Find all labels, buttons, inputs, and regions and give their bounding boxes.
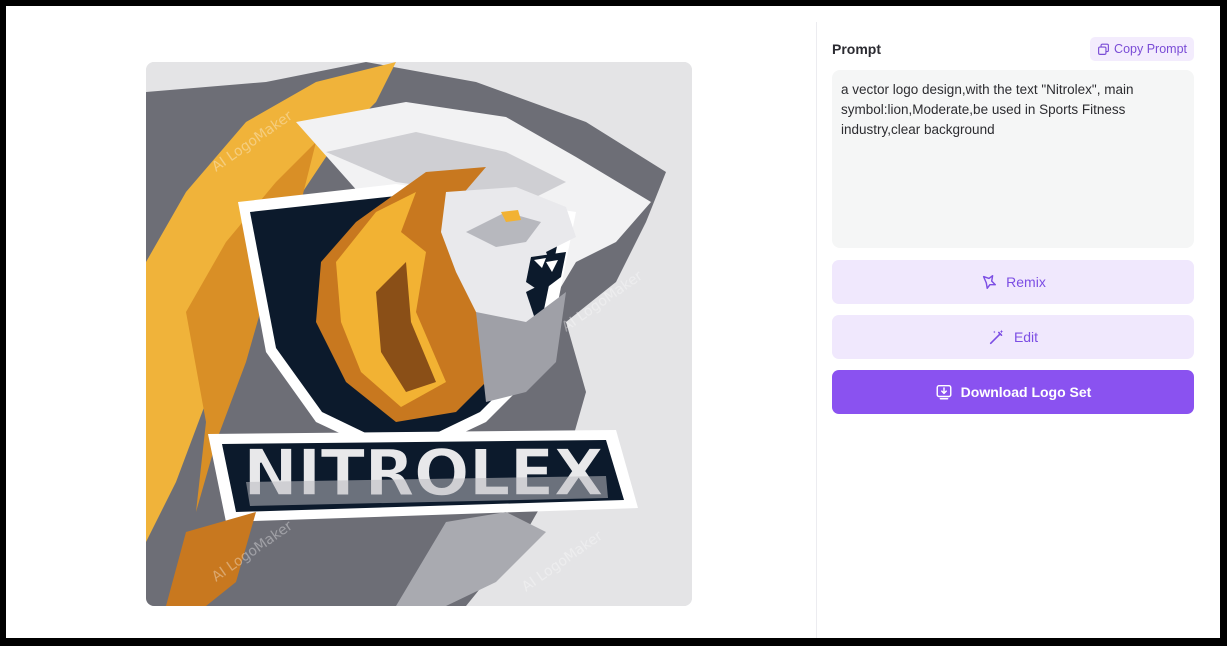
edge-mark-bottom (604, 638, 622, 641)
copy-prompt-label: Copy Prompt (1114, 42, 1187, 56)
download-icon (936, 384, 952, 400)
prompt-title: Prompt (832, 41, 881, 57)
pane-divider (816, 22, 817, 638)
remix-button[interactable]: Remix (832, 260, 1194, 304)
prompt-text-box[interactable]: a vector logo design,with the text "Nitr… (832, 70, 1194, 248)
edit-button[interactable]: Edit (832, 315, 1194, 359)
copy-icon (1098, 43, 1109, 55)
magic-wand-icon (989, 329, 1004, 345)
side-panel: Prompt Copy Prompt a vector logo design,… (832, 36, 1194, 414)
preview-pane: NITROLEX AI LogoMaker AI LogoMaker AI Lo… (6, 6, 816, 638)
edit-label: Edit (1013, 329, 1039, 345)
copy-prompt-button[interactable]: Copy Prompt (1090, 37, 1194, 61)
remix-sparkle-icon (983, 274, 997, 290)
download-logo-set-button[interactable]: Download Logo Set (832, 370, 1194, 414)
download-label: Download Logo Set (960, 384, 1092, 400)
lion-logo-image: NITROLEX AI LogoMaker AI LogoMaker AI Lo… (146, 62, 692, 606)
prompt-header: Prompt Copy Prompt (832, 36, 1194, 62)
logo-result-window: NITROLEX AI LogoMaker AI LogoMaker AI Lo… (6, 6, 1220, 638)
logo-preview[interactable]: NITROLEX AI LogoMaker AI LogoMaker AI Lo… (146, 62, 692, 606)
remix-label: Remix (1006, 274, 1046, 290)
